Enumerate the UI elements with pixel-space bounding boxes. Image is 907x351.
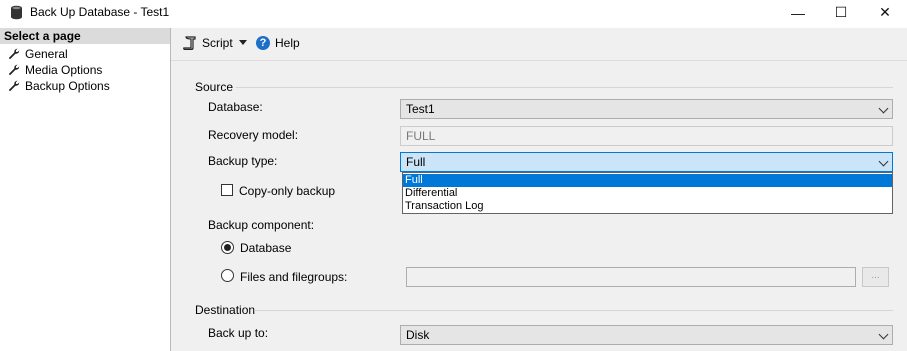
backup-type-combo[interactable]: Full	[400, 152, 893, 172]
database-combo[interactable]: Test1	[400, 99, 893, 119]
database-label: Database:	[208, 100, 263, 114]
files-filegroups-radio[interactable]	[221, 269, 234, 282]
recovery-model-value: FULL	[406, 129, 436, 143]
source-group-divider	[236, 87, 893, 88]
dropdown-option-full[interactable]: Full	[403, 174, 892, 187]
radio-selected-dot	[224, 244, 231, 251]
files-filegroups-label: Files and filegroups:	[240, 270, 348, 284]
browse-files-button[interactable]: ...	[862, 267, 889, 287]
sidebar-item-backup-options[interactable]: Backup Options	[8, 78, 110, 94]
window-title: Back Up Database - Test1	[30, 5, 170, 19]
chevron-down-icon	[878, 103, 889, 114]
back-up-to-combo[interactable]: Disk	[400, 325, 893, 345]
page-selector-pane: Select a page General Media Options Back…	[0, 28, 171, 351]
source-group-label: Source	[195, 80, 234, 94]
chevron-down-icon	[878, 156, 889, 167]
sidebar-item-label: General	[25, 47, 68, 61]
database-radio[interactable]	[221, 241, 234, 254]
sidebar-item-label: Backup Options	[25, 79, 110, 93]
wrench-icon	[8, 48, 20, 60]
chevron-down-icon	[878, 329, 889, 340]
sidebar-item-media-options[interactable]: Media Options	[8, 62, 102, 78]
help-label: Help	[275, 36, 300, 50]
back-up-to-value: Disk	[406, 328, 430, 342]
destination-group-label: Destination	[195, 303, 256, 317]
sidebar-item-general[interactable]: General	[8, 46, 68, 62]
files-filegroups-input[interactable]	[406, 267, 856, 287]
help-icon: ?	[256, 36, 270, 50]
wrench-icon	[8, 64, 20, 76]
wrench-icon	[8, 80, 20, 92]
minimize-button[interactable]: —	[775, 0, 821, 25]
dropdown-option-differential[interactable]: Differential	[403, 187, 892, 200]
script-label: Script	[202, 36, 233, 50]
maximize-button[interactable]: ☐	[818, 0, 864, 25]
page-selector-header: Select a page	[0, 28, 170, 44]
close-button[interactable]: ✕	[862, 0, 907, 25]
script-button[interactable]: Script	[183, 36, 233, 50]
backup-type-label: Backup type:	[208, 154, 278, 168]
recovery-model-label: Recovery model:	[208, 128, 299, 142]
database-radio-label: Database	[240, 241, 292, 255]
recovery-model-field: FULL	[400, 126, 893, 146]
backup-component-label: Backup component:	[208, 218, 315, 232]
database-value: Test1	[406, 102, 435, 116]
back-up-to-label: Back up to:	[208, 326, 269, 340]
help-button[interactable]: ? Help	[256, 36, 300, 50]
backup-type-value: Full	[406, 155, 426, 169]
copy-only-checkbox[interactable]	[221, 184, 233, 196]
script-dropdown-arrow[interactable]	[239, 40, 247, 45]
sidebar-item-label: Media Options	[25, 63, 103, 77]
backup-type-dropdown-list: Full Differential Transaction Log	[402, 172, 893, 214]
dropdown-option-transaction-log[interactable]: Transaction Log	[403, 200, 892, 213]
script-icon	[183, 36, 196, 50]
destination-group-divider	[254, 310, 893, 311]
database-icon	[11, 5, 22, 20]
copy-only-label: Copy-only backup	[239, 184, 336, 198]
